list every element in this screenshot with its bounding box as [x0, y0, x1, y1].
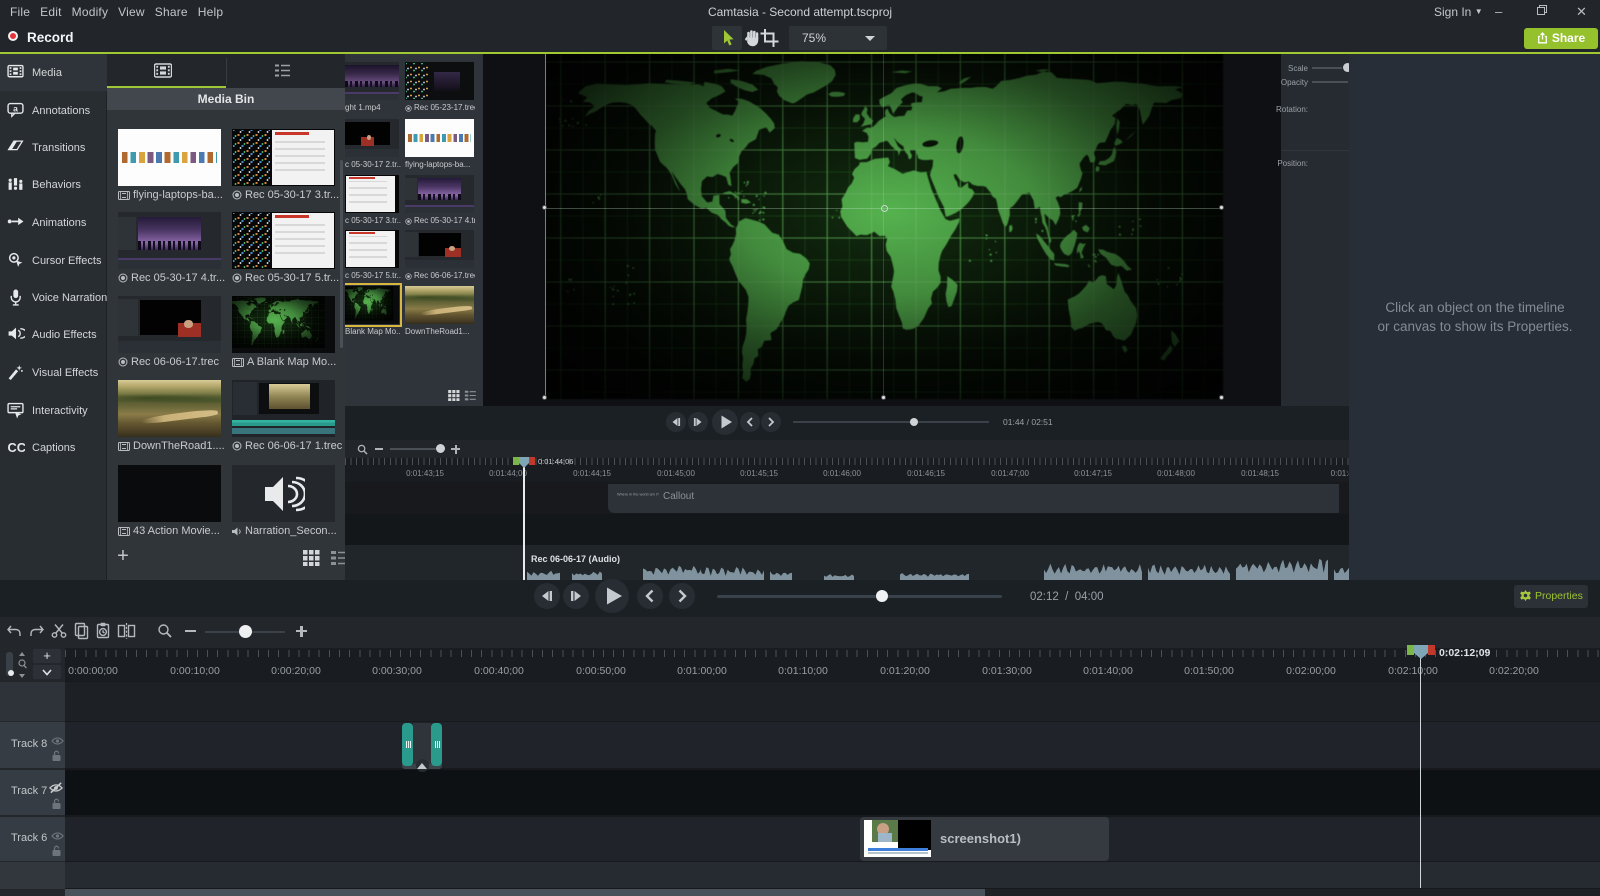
svg-text:a: a [13, 104, 18, 114]
svg-text:CC: CC [8, 440, 25, 455]
